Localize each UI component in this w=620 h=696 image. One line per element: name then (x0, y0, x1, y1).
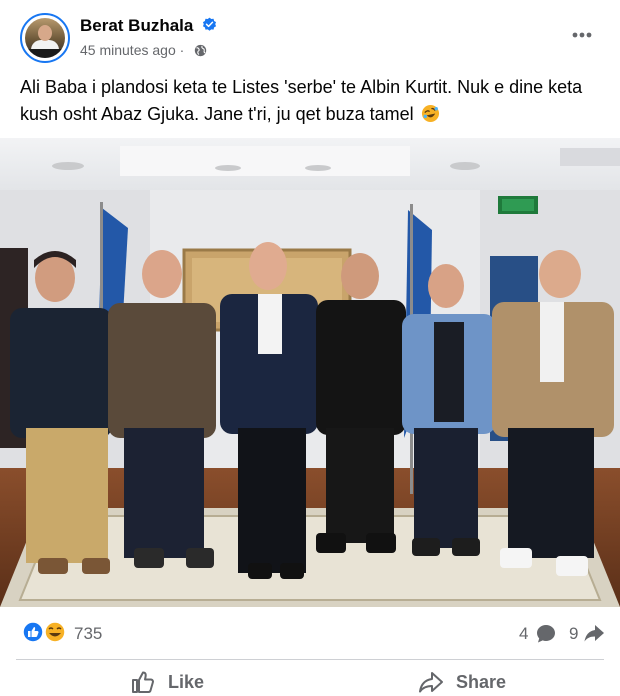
group-photo-image (0, 138, 620, 607)
comment-bubble-icon (537, 625, 555, 643)
like-label: Like (168, 671, 205, 692)
author-name[interactable]: Berat Buzhala (80, 16, 193, 35)
post-header: Berat Buzhala 45 minutes ago · (0, 0, 620, 70)
reactions-bar: 735 4 9 (0, 607, 620, 659)
laugh-emoji-icon (44, 621, 66, 643)
author-name-block: Berat Buzhala (80, 16, 217, 36)
verified-badge-icon (203, 17, 217, 31)
like-button[interactable]: Like (130, 666, 204, 696)
author-avatar[interactable] (20, 13, 70, 63)
comments-count[interactable]: 4 (519, 624, 528, 644)
share-icon (419, 672, 443, 693)
more-options-icon[interactable] (571, 28, 593, 42)
globe-icon (195, 44, 207, 57)
post-timestamp[interactable]: 45 minutes ago (80, 42, 176, 58)
reaction-icons[interactable] (22, 621, 70, 643)
share-arrow-icon (584, 625, 604, 642)
post-text: Ali Baba i plandosi keta te Listes 'serb… (20, 74, 610, 128)
reactions-count[interactable]: 735 (74, 624, 102, 644)
rolling-on-floor-laughing-emoji (421, 104, 439, 123)
thumbs-up-icon (132, 671, 154, 693)
like-icon (22, 621, 44, 643)
shares-count[interactable]: 9 (569, 624, 578, 644)
post-photo[interactable] (0, 138, 620, 607)
share-label: Share (456, 671, 507, 692)
action-divider (16, 659, 604, 660)
post-message: Ali Baba i plandosi keta te Listes 'serb… (20, 77, 583, 124)
share-button[interactable]: Share (418, 666, 506, 696)
post-meta: 45 minutes ago · (80, 42, 207, 58)
